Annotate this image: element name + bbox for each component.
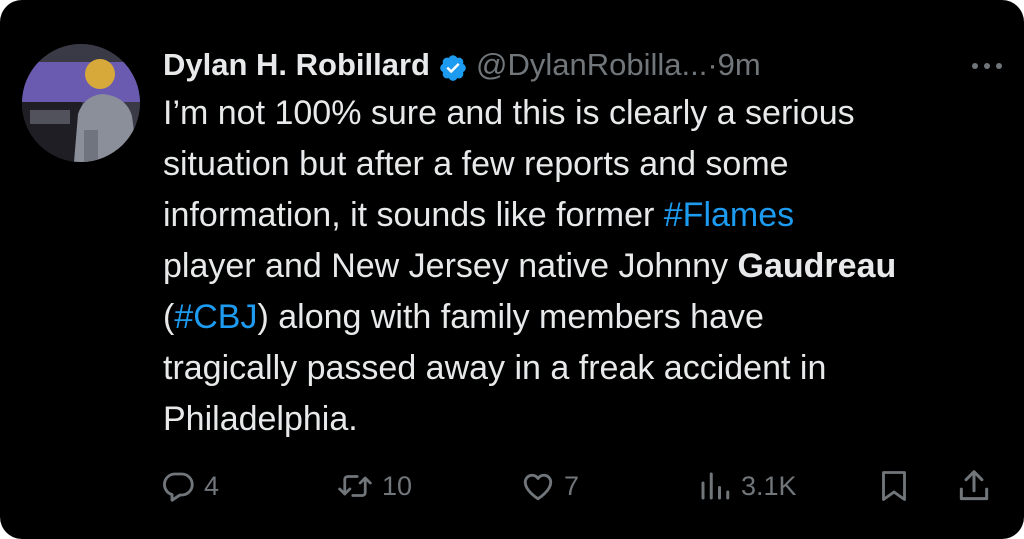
tweet-line: (#CBJ) along with family members have	[163, 292, 1013, 343]
reply-button[interactable]: 4	[160, 458, 219, 514]
author-name[interactable]: Dylan H. Robillard	[163, 47, 430, 82]
share-icon	[955, 467, 993, 505]
bookmark-icon	[876, 467, 912, 505]
like-count: 7	[564, 470, 580, 501]
heart-icon	[520, 468, 556, 504]
author-handle[interactable]: @DylanRobilla...	[476, 47, 707, 82]
tweet-line: situation but after a few reports and so…	[163, 145, 789, 183]
like-button[interactable]: 7	[520, 458, 579, 514]
more-horizontal-icon[interactable]	[966, 48, 1008, 78]
tweet-line: Philadelphia.	[163, 400, 358, 438]
retweet-button[interactable]: 10	[336, 458, 412, 514]
bookmark-button[interactable]	[876, 458, 912, 514]
tweet-text: player and New Jersey native Johnny	[163, 247, 738, 285]
verified-badge-icon	[438, 50, 468, 81]
reply-icon	[160, 468, 196, 504]
hashtag-link[interactable]: #Flames	[664, 196, 794, 234]
avatar[interactable]	[22, 44, 140, 162]
tweet-line: I’m not 100% sure and this is clearly a …	[163, 94, 855, 132]
bold-text: Gaudreau	[737, 247, 897, 285]
tweet-text: ) along with family members have	[257, 298, 764, 336]
retweet-icon	[336, 468, 374, 504]
tweet-text: information, it sounds like former	[163, 196, 664, 234]
share-button[interactable]	[955, 458, 993, 514]
separator-dot: ·	[707, 46, 718, 82]
views-button[interactable]: 3.1K	[697, 458, 797, 514]
action-bar: 4 10 7 3.1K	[0, 458, 1024, 514]
hashtag-link[interactable]: #CBJ	[174, 298, 257, 336]
views-icon	[697, 468, 733, 504]
retweet-count: 10	[382, 470, 413, 501]
reply-count: 4	[204, 470, 220, 501]
tweet-header: Dylan H. Robillard @DylanRobilla...·9m	[163, 40, 1008, 86]
avatar-image	[22, 44, 140, 162]
tweet-line: tragically passed away in a freak accide…	[163, 349, 827, 387]
tweet-line: information, it sounds like former #Flam…	[163, 190, 1013, 241]
tweet-line: player and New Jersey native Johnny Gaud…	[163, 241, 1013, 292]
views-count: 3.1K	[741, 470, 797, 501]
timestamp[interactable]: 9m	[718, 47, 761, 82]
tweet-body: I’m not 100% sure and this is clearly a …	[163, 88, 1013, 445]
tweet-text: (	[163, 298, 175, 336]
tweet-card[interactable]: Dylan H. Robillard @DylanRobilla...·9m I…	[0, 0, 1024, 539]
